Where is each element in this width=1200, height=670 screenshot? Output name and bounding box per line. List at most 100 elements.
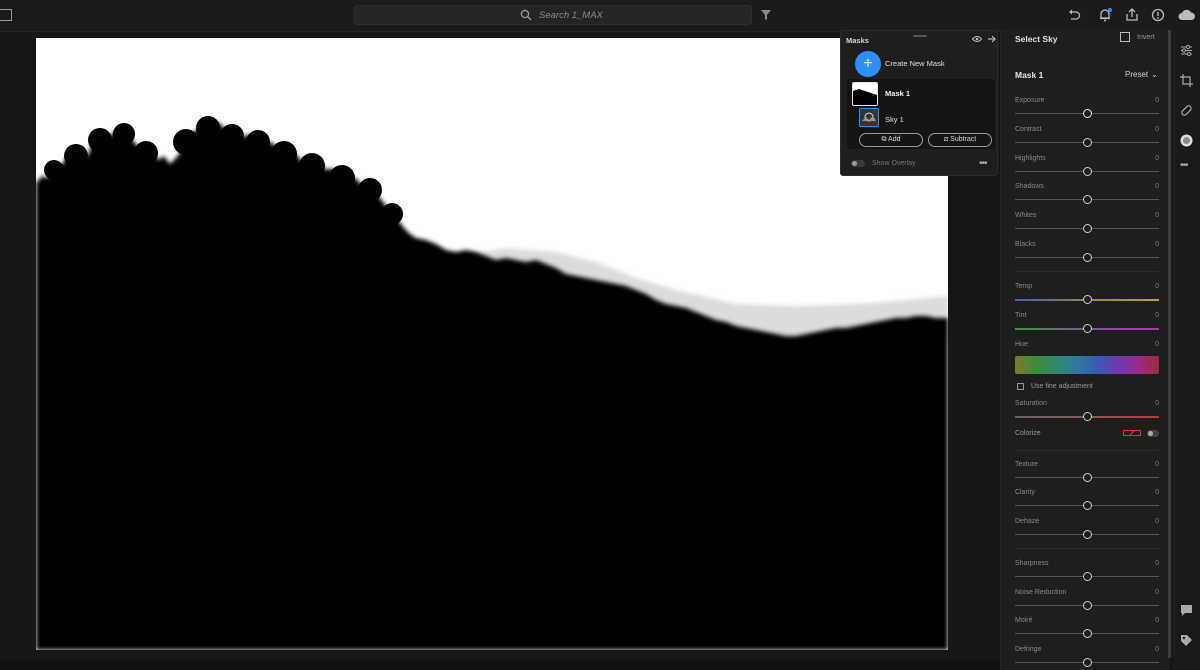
filmstrip-bar — [0, 660, 1000, 670]
section-divider — [1015, 271, 1159, 272]
moir-value[interactable]: 0 — [1151, 617, 1159, 624]
colorize-swatch[interactable] — [1123, 430, 1141, 436]
show-overlay-label: Show Overlay — [872, 160, 916, 167]
dehaze-slider-thumb[interactable] — [1082, 530, 1092, 539]
mask-edit-panel: Select Sky Invert Mask 1 Preset ⌄ Exposu… — [1000, 30, 1170, 670]
subtract-button[interactable]: ⧄ Subtract — [928, 133, 992, 147]
more-options-icon[interactable]: ••• — [979, 158, 987, 169]
mask-heading: Mask 1 — [1015, 70, 1044, 80]
defringe-slider-thumb[interactable] — [1082, 658, 1092, 667]
contrast-label: Contrast — [1015, 126, 1042, 133]
dehaze-label: Dehaze — [1015, 518, 1040, 525]
saturation-value[interactable]: 0 — [1151, 400, 1159, 407]
contrast-slider-thumb[interactable] — [1082, 138, 1092, 147]
sliders-icon[interactable] — [1180, 44, 1193, 57]
panel-toggle-icon[interactable] — [0, 9, 12, 21]
blacks-label: Blacks — [1015, 241, 1036, 248]
shadows-value[interactable]: 0 — [1151, 183, 1159, 190]
shadows-slider-thumb[interactable] — [1082, 195, 1092, 204]
tag-icon[interactable] — [1180, 634, 1193, 647]
defringe-label: Defringe — [1015, 646, 1042, 653]
search-input[interactable]: Search 1_MAX — [539, 10, 603, 21]
colorize-label: Colorize — [1015, 430, 1041, 437]
preset-dropdown[interactable]: Preset — [1125, 70, 1148, 79]
invert-label[interactable]: Invert — [1137, 34, 1155, 41]
exposure-slider-thumb[interactable] — [1082, 109, 1092, 118]
create-new-mask-button[interactable]: + — [855, 51, 881, 77]
undo-icon[interactable] — [1067, 8, 1081, 22]
texture-label: Texture — [1015, 461, 1038, 468]
shadows-label: Shadows — [1015, 183, 1044, 190]
chevron-down-icon[interactable]: ⌄ — [1151, 70, 1158, 79]
eye-icon[interactable] — [972, 35, 982, 43]
clarity-value[interactable]: 0 — [1151, 489, 1159, 496]
clarity-label: Clarity — [1015, 489, 1035, 496]
colorize-toggle[interactable] — [1147, 430, 1159, 437]
whites-slider-thumb[interactable] — [1082, 224, 1092, 233]
highlights-label: Highlights — [1015, 155, 1046, 162]
temp-value[interactable]: 0 — [1151, 283, 1159, 290]
masking-icon[interactable] — [1180, 134, 1193, 147]
panel-title: Select Sky — [1015, 34, 1058, 44]
whites-value[interactable]: 0 — [1151, 212, 1159, 219]
mask-group-1[interactable]: Mask 1 Sky 1 ⧉ Add ⧄ Subtract — [847, 79, 995, 149]
sharpness-label: Sharpness — [1015, 560, 1049, 567]
sky-component-icon[interactable] — [859, 108, 879, 127]
collapse-arrow-icon[interactable] — [987, 34, 997, 44]
panel-scrollbar[interactable] — [1168, 30, 1171, 658]
top-bar: Search 1_MAX — [0, 0, 1200, 32]
filter-icon[interactable] — [760, 9, 772, 21]
sky-component-name[interactable]: Sky 1 — [885, 115, 904, 124]
sharpness-slider-thumb[interactable] — [1082, 572, 1092, 581]
exposure-value[interactable]: 0 — [1151, 97, 1159, 104]
mask-name[interactable]: Mask 1 — [885, 89, 910, 98]
masks-panel: Masks + Create New Mask Mask 1 Sky 1 ⧉ A… — [840, 30, 998, 176]
show-overlay-toggle[interactable] — [851, 160, 865, 167]
dehaze-value[interactable]: 0 — [1151, 518, 1159, 525]
tint-slider-thumb[interactable] — [1082, 324, 1092, 333]
blacks-slider-thumb[interactable] — [1082, 253, 1092, 262]
fine-adjustment-label[interactable]: Use fine adjustment — [1031, 383, 1093, 390]
hue-gradient-bar[interactable] — [1015, 356, 1159, 374]
moir-slider-thumb[interactable] — [1082, 629, 1092, 638]
invert-checkbox[interactable] — [1120, 32, 1130, 42]
comment-icon[interactable] — [1180, 604, 1193, 617]
tool-rail: ••• — [1172, 30, 1200, 670]
temp-slider-thumb[interactable] — [1082, 295, 1092, 304]
search-field[interactable]: Search 1_MAX — [354, 5, 752, 25]
noise-reduction-value[interactable]: 0 — [1151, 589, 1159, 596]
fine-adjustment-checkbox[interactable] — [1017, 383, 1024, 390]
highlights-slider-thumb[interactable] — [1082, 167, 1092, 176]
texture-value[interactable]: 0 — [1151, 461, 1159, 468]
heal-icon[interactable] — [1180, 104, 1193, 117]
subtract-label: Subtract — [950, 136, 977, 143]
highlights-value[interactable]: 0 — [1151, 155, 1159, 162]
masks-panel-title: Masks — [846, 36, 869, 45]
sharpness-value[interactable]: 0 — [1151, 560, 1159, 567]
section-divider — [1015, 450, 1159, 451]
search-icon — [520, 9, 532, 21]
drag-handle[interactable] — [913, 35, 927, 37]
bell-icon[interactable] — [1098, 8, 1112, 22]
add-label: Add — [888, 136, 901, 143]
exposure-label: Exposure — [1015, 97, 1045, 104]
add-button[interactable]: ⧉ Add — [859, 133, 923, 147]
crop-icon[interactable] — [1180, 74, 1193, 87]
mask-thumbnail[interactable] — [852, 82, 878, 106]
clarity-slider-thumb[interactable] — [1082, 501, 1092, 510]
defringe-value[interactable]: 0 — [1151, 646, 1159, 653]
share-icon[interactable] — [1125, 8, 1139, 22]
sky-mask-preview[interactable] — [36, 38, 948, 650]
cloud-icon[interactable] — [1178, 8, 1196, 22]
texture-slider-thumb[interactable] — [1082, 473, 1092, 482]
more-tools-icon[interactable]: ••• — [1180, 160, 1193, 173]
hue-value[interactable]: 0 — [1151, 341, 1159, 348]
blacks-value[interactable]: 0 — [1151, 241, 1159, 248]
help-icon[interactable] — [1151, 8, 1165, 22]
noise-reduction-slider-thumb[interactable] — [1082, 601, 1092, 610]
create-new-mask-label[interactable]: Create New Mask — [885, 59, 945, 68]
tint-value[interactable]: 0 — [1151, 312, 1159, 319]
saturation-slider-thumb[interactable] — [1082, 412, 1092, 421]
contrast-value[interactable]: 0 — [1151, 126, 1159, 133]
moir-label: Moiré — [1015, 617, 1033, 624]
